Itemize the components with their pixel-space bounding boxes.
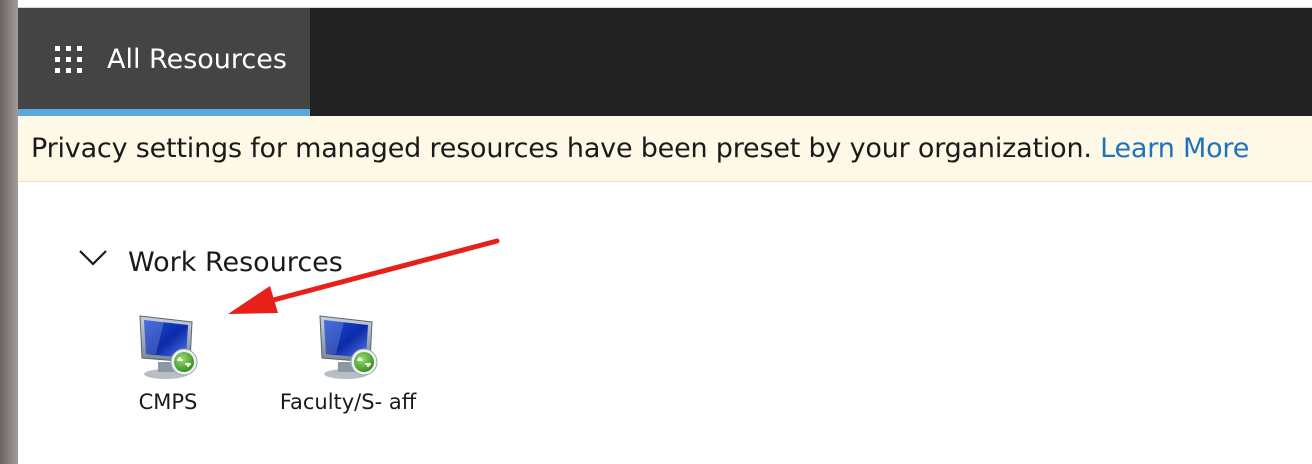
resource-label: Faculty/S- aff	[279, 390, 417, 414]
chevron-down-icon	[79, 250, 107, 266]
tab-label: All Resources	[107, 44, 287, 75]
active-tab-indicator	[18, 109, 310, 116]
banner-text-line: Privacy settings for managed resources h…	[31, 132, 1249, 166]
window-edge	[0, 0, 18, 464]
resource-label: CMPS	[138, 390, 198, 414]
top-navigation-bar: All Resources	[18, 8, 1312, 116]
banner-message: Privacy settings for managed resources h…	[31, 133, 1092, 164]
remote-desktop-icon	[139, 315, 198, 379]
group-title: Work Resources	[128, 247, 343, 278]
resource-tile-cmps[interactable]: CMPS	[88, 306, 248, 426]
resource-tile-faculty-staff[interactable]: Faculty/S- aff	[268, 306, 428, 426]
remote-desktop-icon	[319, 315, 378, 379]
tab-all-resources[interactable]: All Resources	[18, 8, 310, 116]
window-top-strip	[18, 0, 1312, 8]
privacy-notice-banner: Privacy settings for managed resources h…	[18, 116, 1312, 182]
waffle-grid-icon	[55, 46, 83, 74]
learn-more-link[interactable]: Learn More	[1100, 133, 1249, 164]
